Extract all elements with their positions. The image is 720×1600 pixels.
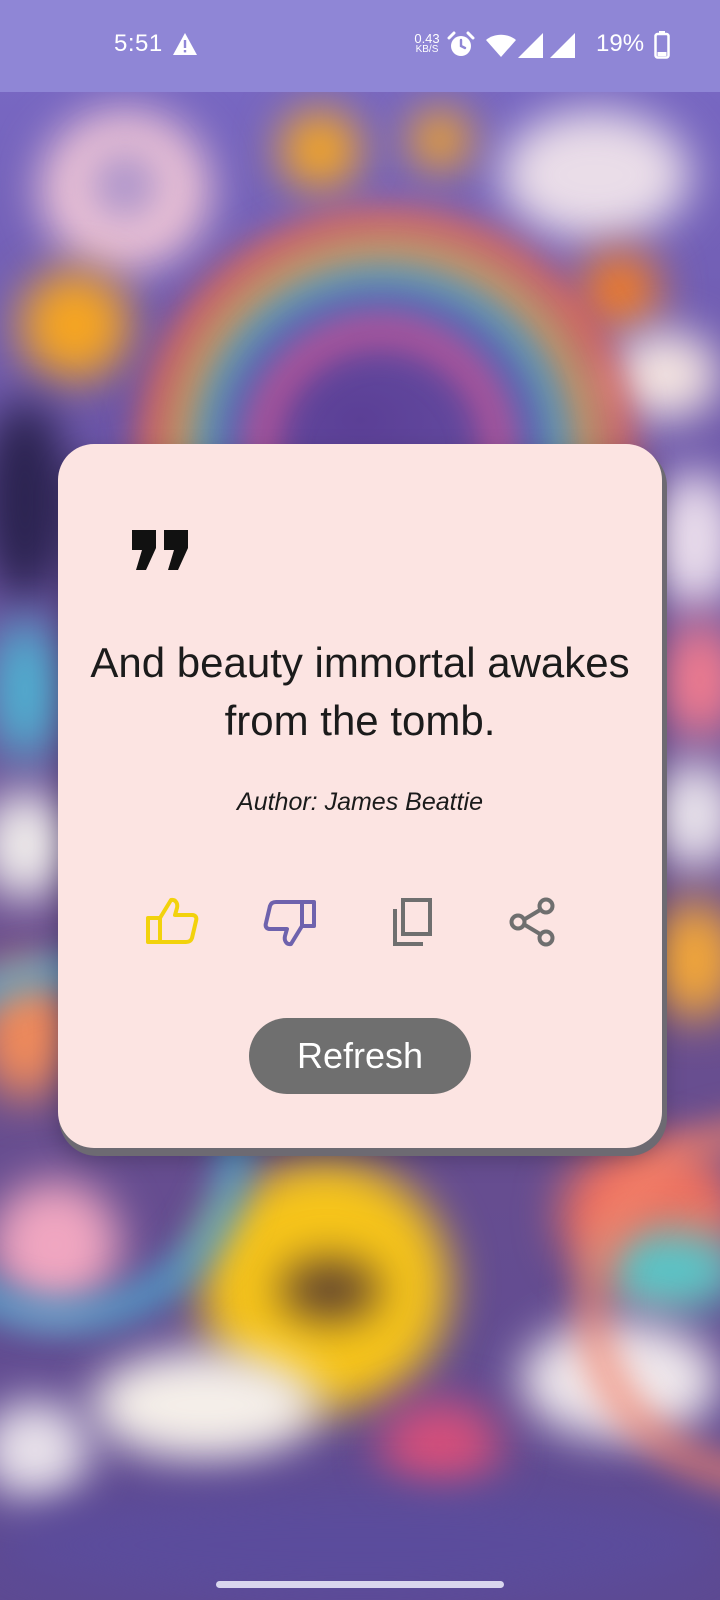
share-icon [508,896,556,953]
signal-icon [518,33,544,63]
quote-author: Author: James Beattie [237,788,483,816]
quote-icon [130,526,190,574]
battery-percent: 19% [596,30,645,57]
wifi-icon [485,34,517,63]
network-speed-value: 0.43 [414,31,440,46]
screen: 5:51 0.43 KB/S 19% And beauty immortal a… [0,0,720,1600]
battery-icon [654,31,670,64]
quote-card: And beauty immortal awakes from the tomb… [58,444,662,1148]
thumbs-up-icon [144,896,200,953]
dislike-button[interactable] [258,892,322,956]
alarm-icon [447,31,475,64]
copy-button[interactable] [380,892,444,956]
network-speed: 0.43 KB/S [410,31,444,55]
status-time: 5:51 [114,30,163,57]
refresh-button[interactable]: Refresh [249,1018,471,1094]
thumbs-down-icon [262,896,318,953]
signal-icon [550,33,576,63]
quote-actions [58,892,662,956]
quote-text: And beauty immortal awakes from the tomb… [90,639,630,744]
warning-icon [172,32,198,56]
share-button[interactable] [500,892,564,956]
navigation-handle[interactable] [216,1581,504,1588]
status-bar: 5:51 0.43 KB/S 19% [0,0,720,92]
like-button[interactable] [140,892,204,956]
copy-icon [390,897,434,952]
